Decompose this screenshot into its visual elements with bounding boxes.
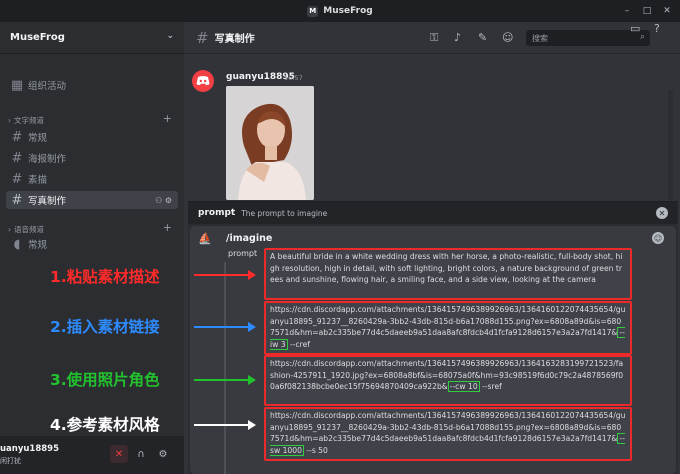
channel-settings-icon[interactable]: ⚇ ⚙ <box>155 196 172 205</box>
annotation-step-3: 3.使用照片角色 <box>50 371 160 389</box>
maximize-button[interactable]: □ <box>640 4 654 18</box>
annotation-arrow-1 <box>194 270 256 280</box>
user-name: uanyu18895 <box>0 444 60 454</box>
channel-header: # 写真制作 ⚿ ♪ ✎ ☺ 搜索 ⌕ <box>184 22 680 54</box>
hash-icon: # <box>11 150 23 166</box>
prompt-text: A beautiful bride in a white wedding dre… <box>270 252 623 284</box>
text-category-header[interactable]: › 文字频道 <box>8 115 44 126</box>
add-voice-channel-icon[interactable]: + <box>163 221 172 234</box>
chevron-down-icon: ⌄ <box>166 31 174 41</box>
sidebar-item-label: 素描 <box>28 175 48 186</box>
speaker-icon: ◖ <box>13 236 21 252</box>
annotation-arrow-4 <box>194 420 256 430</box>
prompt-style-ref-box[interactable]: https://cdn.discordapp.com/attachments/1… <box>264 407 632 461</box>
search-placeholder: 搜索 <box>532 34 548 43</box>
calendar-icon: ▦ <box>10 77 24 93</box>
voice-category-header[interactable]: › 语音频道 <box>8 224 44 235</box>
user-status: 闲打扰 <box>0 457 21 465</box>
search-icon: ⌕ <box>639 32 645 42</box>
annotation-step-4: 4.参考素材风格 <box>50 416 160 434</box>
category-chevron-icon: › <box>8 225 11 234</box>
user-panel: uanyu18895 闲打扰 ✕ ∩ ⚙ <box>0 436 184 474</box>
portrait-image <box>226 86 314 200</box>
option-name: prompt <box>198 208 236 218</box>
attached-photo[interactable] <box>226 86 314 200</box>
prompt-description-box[interactable]: A beautiful bride in a white wedding dre… <box>264 248 632 300</box>
channel-sidebar: MuseFrog ⌄ ▦ 组织活动 › 文字频道 + # 常规 # 海报制作 #… <box>0 22 184 474</box>
sidebar-item-poster[interactable]: # 海报制作 <box>6 149 178 167</box>
channel-title: 写真制作 <box>214 34 255 45</box>
bell-icon[interactable]: ♪ <box>454 31 461 44</box>
app-logo-icon: M <box>307 5 319 17</box>
members-icon[interactable]: ☺ <box>502 31 513 44</box>
hash-icon: # <box>11 129 23 145</box>
annotation-step-2: 2.插入素材链接 <box>50 318 160 336</box>
annotation-step-1: 1.粘贴素材描述 <box>50 268 160 286</box>
headphones-icon[interactable]: ∩ <box>132 445 150 463</box>
sidebar-item-general[interactable]: # 常规 <box>6 128 178 146</box>
param-suffix: --s 50 <box>303 445 328 455</box>
sidebar-item-label: 写真制作 <box>28 196 67 207</box>
sidebar-item-label: 组织活动 <box>28 81 67 92</box>
inbox-icon[interactable]: ▭ <box>630 22 640 35</box>
bot-command-icon: ⛵ <box>198 232 212 245</box>
category-label: 文字频道 <box>14 116 44 125</box>
param-tag: --cw 10 <box>447 381 480 392</box>
app-title: MuseFrog <box>323 6 373 16</box>
hash-icon: # <box>196 28 209 47</box>
sidebar-item-label: 常规 <box>28 133 48 144</box>
emoji-icon[interactable]: ☺ <box>652 232 664 244</box>
annotation-arrow-3 <box>194 375 256 385</box>
prompt-character-ref-box[interactable]: https://cdn.discordapp.com/attachments/1… <box>264 355 632 406</box>
message-scrollbar[interactable] <box>668 90 673 200</box>
command-name: /imagine <box>226 233 273 244</box>
option-description: prompt The prompt to imagine ✕ <box>188 202 678 224</box>
gear-icon[interactable]: ⚙ <box>154 445 172 463</box>
annotation-arrow-2 <box>194 322 256 332</box>
pin-icon[interactable]: ✎ <box>478 31 487 44</box>
sidebar-item-portrait[interactable]: # 写真制作 ⚇ ⚙ <box>6 191 178 209</box>
sidebar-item-events[interactable]: ▦ 组织活动 <box>6 76 178 94</box>
threads-icon[interactable]: ⚿ <box>430 31 438 45</box>
option-label: prompt <box>228 249 258 258</box>
sidebar-item-label: 海报制作 <box>28 154 67 165</box>
minimize-button[interactable]: – <box>620 4 634 18</box>
category-chevron-icon: › <box>8 116 11 125</box>
server-header[interactable]: MuseFrog ⌄ <box>0 22 184 54</box>
server-name: MuseFrog <box>10 32 65 43</box>
prompt-image-link-box[interactable]: https://cdn.discordapp.com/attachments/1… <box>264 301 632 355</box>
image-url: https://cdn.discordapp.com/attachments/1… <box>270 359 624 391</box>
title-bar: M MuseFrog – □ ✕ <box>0 0 680 22</box>
add-channel-icon[interactable]: + <box>163 112 172 125</box>
help-icon[interactable]: ? <box>654 22 660 35</box>
sidebar-item-label: 常规 <box>28 240 48 251</box>
param-suffix: --sref <box>479 382 502 391</box>
window-title: M MuseFrog <box>0 0 680 22</box>
hash-icon: # <box>11 171 23 187</box>
param-suffix: --cref <box>287 339 310 349</box>
category-label: 语音频道 <box>14 225 44 234</box>
avatar[interactable] <box>192 70 214 92</box>
microphone-muted-icon[interactable]: ✕ <box>110 445 128 463</box>
hash-icon: # <box>11 192 23 208</box>
discord-logo-icon <box>196 76 210 86</box>
sidebar-item-sketch[interactable]: # 素描 <box>6 170 178 188</box>
option-divider <box>224 262 226 474</box>
image-url: https://cdn.discordapp.com/attachments/1… <box>270 411 626 443</box>
close-button[interactable]: ✕ <box>660 4 674 18</box>
option-description-text: The prompt to imagine <box>241 208 328 218</box>
image-url: https://cdn.discordapp.com/attachments/1… <box>270 305 626 337</box>
close-icon[interactable]: ✕ <box>656 207 668 219</box>
message-timestamp: 16:57 <box>284 74 303 82</box>
sidebar-item-voice-general[interactable]: ◖ 常规 <box>6 235 178 253</box>
